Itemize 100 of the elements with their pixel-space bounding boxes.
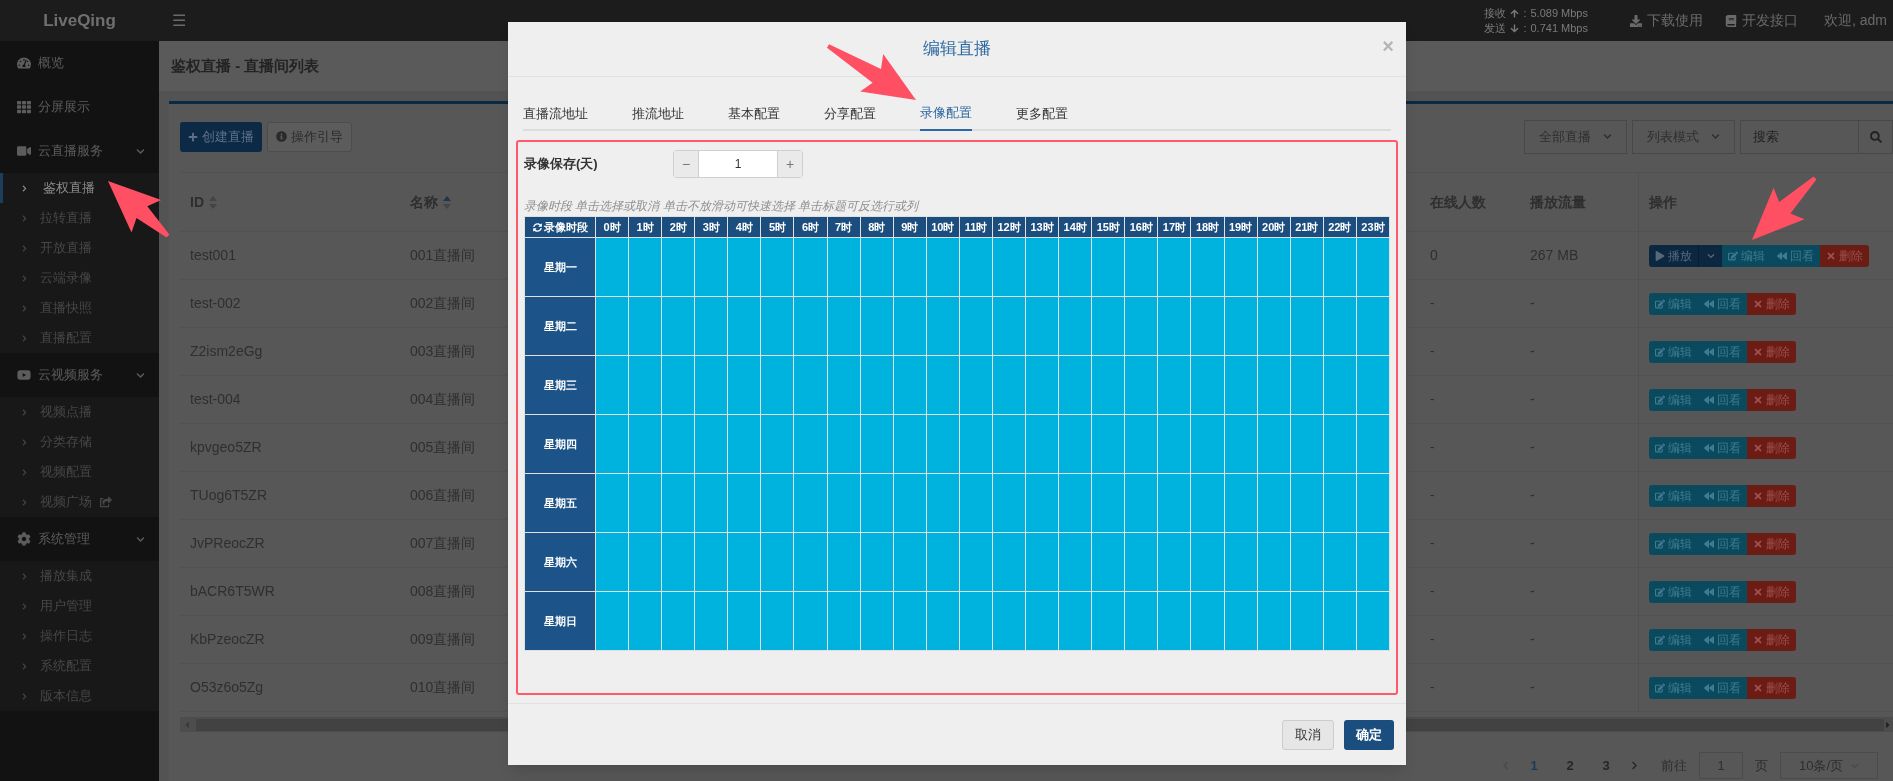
time-slot[interactable] [1158, 297, 1191, 355]
time-slot[interactable] [1224, 238, 1257, 296]
time-slot[interactable] [827, 238, 860, 296]
day-header[interactable]: 星期三 [525, 356, 595, 414]
time-slot[interactable] [662, 592, 695, 650]
hour-header[interactable]: 18时 [1191, 217, 1224, 237]
time-slot[interactable] [728, 238, 761, 296]
time-slot[interactable] [959, 533, 992, 591]
topbar-link[interactable]: 下载使用 [1630, 10, 1703, 31]
time-slot[interactable] [893, 533, 926, 591]
time-slot[interactable] [662, 533, 695, 591]
tab[interactable]: 分享配置 [824, 96, 876, 131]
scroll-right-icon[interactable] [1884, 719, 1892, 730]
hour-header[interactable]: 16时 [1125, 217, 1158, 237]
time-slot[interactable] [1158, 592, 1191, 650]
hour-header[interactable]: 14时 [1059, 217, 1092, 237]
time-slot[interactable] [1224, 356, 1257, 414]
time-slot[interactable] [794, 238, 827, 296]
time-slot[interactable] [993, 297, 1026, 355]
hour-header[interactable]: 15时 [1092, 217, 1125, 237]
time-slot[interactable] [596, 533, 629, 591]
hour-header[interactable]: 7时 [827, 217, 860, 237]
time-slot[interactable] [993, 356, 1026, 414]
time-slot[interactable] [1290, 356, 1323, 414]
time-slot[interactable] [1224, 415, 1257, 473]
time-slot[interactable] [1125, 592, 1158, 650]
hour-header[interactable]: 8时 [860, 217, 893, 237]
time-slot[interactable] [926, 533, 959, 591]
topbar-link[interactable]: 开发接口 [1725, 10, 1798, 31]
time-slot[interactable] [794, 592, 827, 650]
hour-header[interactable]: 5时 [761, 217, 794, 237]
tab[interactable]: 推流地址 [632, 96, 684, 131]
time-slot[interactable] [1125, 474, 1158, 532]
time-slot[interactable] [596, 356, 629, 414]
time-slot[interactable] [1059, 415, 1092, 473]
time-slot[interactable] [893, 297, 926, 355]
time-slot[interactable] [893, 592, 926, 650]
hour-header[interactable]: 2时 [662, 217, 695, 237]
time-slot[interactable] [959, 415, 992, 473]
time-slot[interactable] [827, 297, 860, 355]
time-slot[interactable] [761, 474, 794, 532]
time-slot[interactable] [1323, 415, 1356, 473]
search-button[interactable] [1859, 119, 1893, 154]
time-slot[interactable] [993, 533, 1026, 591]
time-slot[interactable] [860, 356, 893, 414]
logo[interactable]: LiveQing [43, 7, 116, 34]
time-slot[interactable] [1323, 592, 1356, 650]
time-slot[interactable] [596, 474, 629, 532]
time-slot[interactable] [1158, 474, 1191, 532]
time-slot[interactable] [893, 474, 926, 532]
time-slot[interactable] [1290, 415, 1323, 473]
time-slot[interactable] [1257, 415, 1290, 473]
time-slot[interactable] [1059, 297, 1092, 355]
time-slot[interactable] [761, 533, 794, 591]
menu-button[interactable]: ☰ [172, 12, 186, 29]
time-slot[interactable] [1323, 238, 1356, 296]
time-slot[interactable] [1224, 592, 1257, 650]
time-slot[interactable] [1257, 592, 1290, 650]
time-slot[interactable] [827, 592, 860, 650]
time-slot[interactable] [761, 297, 794, 355]
time-slot[interactable] [1191, 356, 1224, 414]
tab[interactable]: 直播流地址 [523, 96, 588, 131]
time-slot[interactable] [1224, 533, 1257, 591]
time-slot[interactable] [1191, 474, 1224, 532]
hour-header[interactable]: 3时 [695, 217, 728, 237]
hour-header[interactable]: 20时 [1257, 217, 1290, 237]
play-button[interactable]: 播放 [1649, 244, 1698, 267]
number-stepper[interactable]: − 1 + [673, 150, 803, 178]
hour-header[interactable]: 6时 [794, 217, 827, 237]
time-slot[interactable] [728, 356, 761, 414]
time-slot[interactable] [1125, 415, 1158, 473]
time-slot[interactable] [1290, 474, 1323, 532]
time-slot[interactable] [959, 356, 992, 414]
time-slot[interactable] [662, 415, 695, 473]
time-slot[interactable] [794, 533, 827, 591]
time-slot[interactable] [596, 297, 629, 355]
time-slot[interactable] [1290, 592, 1323, 650]
time-slot[interactable] [1059, 356, 1092, 414]
time-slot[interactable] [926, 238, 959, 296]
time-slot[interactable] [1257, 533, 1290, 591]
time-slot[interactable] [959, 592, 992, 650]
time-slot[interactable] [596, 415, 629, 473]
time-slot[interactable] [629, 238, 662, 296]
time-slot[interactable] [1356, 533, 1389, 591]
sort-icon[interactable] [443, 195, 451, 209]
time-slot[interactable] [1059, 474, 1092, 532]
time-slot[interactable] [1224, 474, 1257, 532]
time-slot[interactable] [1191, 238, 1224, 296]
time-slot[interactable] [1191, 533, 1224, 591]
time-slot[interactable] [860, 297, 893, 355]
day-header[interactable]: 星期一 [525, 238, 595, 296]
time-slot[interactable] [1026, 297, 1059, 355]
time-slot[interactable] [629, 297, 662, 355]
time-slot[interactable] [1257, 297, 1290, 355]
hour-header[interactable]: 22时 [1323, 217, 1356, 237]
hour-header[interactable]: 12时 [993, 217, 1026, 237]
time-slot[interactable] [794, 297, 827, 355]
time-slot[interactable] [1059, 238, 1092, 296]
day-header[interactable]: 星期五 [525, 474, 595, 532]
time-slot[interactable] [761, 592, 794, 650]
